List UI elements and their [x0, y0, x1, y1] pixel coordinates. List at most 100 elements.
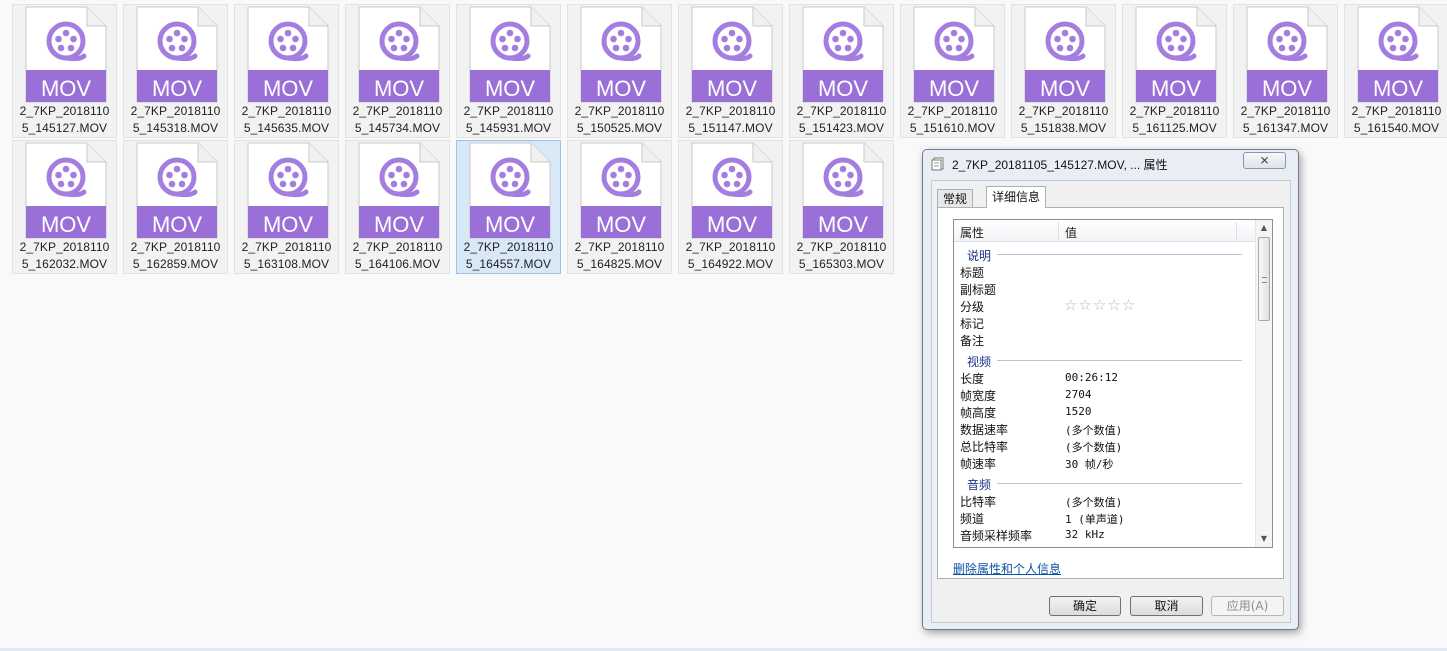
file-name: 2_7KP_2018110 5_145635.MOV: [235, 103, 338, 137]
file-item[interactable]: MOV 2_7KP_2018110 5_151838.MOV: [1011, 4, 1116, 138]
file-name-line: 5_145734.MOV: [354, 121, 441, 135]
property-row[interactable]: 标记: [954, 314, 1256, 331]
file-item[interactable]: MOV 2_7KP_2018110 5_161125.MOV: [1122, 4, 1227, 138]
mov-file-icon: MOV: [25, 142, 107, 239]
property-row[interactable]: 帧宽度 2704: [954, 386, 1256, 403]
file-item[interactable]: MOV 2_7KP_2018110 5_162859.MOV: [123, 140, 228, 274]
file-name-line: 2_7KP_2018110: [241, 104, 332, 118]
property-row[interactable]: 帧速率 30 帧/秒: [954, 454, 1256, 471]
mov-file-icon: MOV: [25, 6, 107, 103]
file-name-line: 5_145635.MOV: [243, 121, 330, 135]
file-name-line: 2_7KP_2018110: [685, 240, 776, 254]
file-item[interactable]: MOV 2_7KP_2018110 5_164825.MOV: [567, 140, 672, 274]
group-label: 视频: [967, 353, 998, 370]
file-item[interactable]: MOV 2_7KP_2018110 5_145931.MOV: [456, 4, 561, 138]
file-item[interactable]: MOV 2_7KP_2018110 5_164106.MOV: [345, 140, 450, 274]
dialog-titlebar[interactable]: 2_7KP_20181105_145127.MOV, ... 属性 ⨯: [923, 150, 1298, 178]
file-item[interactable]: MOV 2_7KP_2018110 5_151147.MOV: [678, 4, 783, 138]
file-type-label: MOV: [374, 212, 424, 237]
file-name: 2_7KP_2018110 5_164922.MOV: [679, 239, 782, 273]
file-type-label: MOV: [263, 76, 313, 101]
property-row[interactable]: 副标题: [954, 280, 1256, 297]
file-item[interactable]: MOV 2_7KP_2018110 5_162032.MOV: [12, 140, 117, 274]
property-list[interactable]: 属性 值 说明 标题 副标题 分级 ☆☆☆☆☆ 标记 备注视频 长度 00:26:12 帧宽度 27…: [953, 219, 1273, 548]
file-name: 2_7KP_2018110 5_161347.MOV: [1234, 103, 1337, 137]
rating-stars-icon[interactable]: ☆☆☆☆☆: [1064, 296, 1136, 314]
file-type-label: MOV: [1151, 76, 1201, 101]
property-value: 00:26:12: [1065, 371, 1118, 384]
mov-file-icon: MOV: [136, 6, 218, 103]
properties-dialog: 2_7KP_20181105_145127.MOV, ... 属性 ⨯ 常规 详…: [922, 149, 1299, 630]
scroll-down-icon[interactable]: ▼: [1256, 531, 1272, 547]
ok-button[interactable]: 确定: [1049, 596, 1121, 616]
property-row[interactable]: 音频采样频率 32 kHz: [954, 526, 1256, 543]
file-type-label: MOV: [818, 212, 868, 237]
file-item[interactable]: MOV 2_7KP_2018110 5_165303.MOV: [789, 140, 894, 274]
file-name-line: 5_161540.MOV: [1353, 121, 1440, 135]
file-name-line: 5_151423.MOV: [798, 121, 885, 135]
file-item[interactable]: MOV 2_7KP_2018110 5_150525.MOV: [567, 4, 672, 138]
file-name-line: 2_7KP_2018110: [574, 104, 665, 118]
file-name-line: 2_7KP_2018110: [685, 104, 776, 118]
file-item[interactable]: MOV 2_7KP_2018110 5_151423.MOV: [789, 4, 894, 138]
property-row[interactable]: 数据速率 (多个数值): [954, 420, 1256, 437]
close-button[interactable]: ⨯: [1243, 152, 1286, 169]
file-name-line: 2_7KP_2018110: [463, 104, 554, 118]
file-item[interactable]: MOV 2_7KP_2018110 5_164557.MOV: [456, 140, 561, 274]
file-type-label: MOV: [707, 76, 757, 101]
file-item[interactable]: MOV 2_7KP_2018110 5_163108.MOV: [234, 140, 339, 274]
mov-file-icon: MOV: [691, 6, 773, 103]
property-name: 频道: [960, 512, 985, 526]
column-separator[interactable]: [1058, 222, 1059, 240]
group-label: 音频: [967, 476, 998, 493]
scroll-thumb[interactable]: [1258, 237, 1270, 321]
property-row[interactable]: 比特率 (多个数值): [954, 492, 1256, 509]
group-header-description: 说明: [954, 242, 1256, 264]
file-name-line: 2_7KP_2018110: [796, 104, 887, 118]
remove-properties-link[interactable]: 删除属性和个人信息: [953, 560, 1061, 577]
column-header-value[interactable]: 值: [1065, 224, 1077, 241]
tab-details[interactable]: 详细信息: [986, 186, 1047, 208]
file-item[interactable]: MOV 2_7KP_2018110 5_145127.MOV: [12, 4, 117, 138]
file-item[interactable]: MOV 2_7KP_2018110 5_145734.MOV: [345, 4, 450, 138]
file-name-line: 2_7KP_2018110: [907, 104, 998, 118]
apply-button[interactable]: 应用(A): [1211, 596, 1284, 616]
scroll-up-icon[interactable]: ▲: [1256, 220, 1272, 236]
file-name-line: 5_145318.MOV: [132, 121, 219, 135]
file-name: 2_7KP_2018110 5_145931.MOV: [457, 103, 560, 137]
file-type-label: MOV: [152, 76, 202, 101]
property-row[interactable]: 备注: [954, 331, 1256, 348]
mov-file-icon: MOV: [580, 6, 662, 103]
property-row[interactable]: 帧高度 1520: [954, 403, 1256, 420]
property-row[interactable]: 总比特率 (多个数值): [954, 437, 1256, 454]
file-name-line: 2_7KP_2018110: [241, 240, 332, 254]
file-type-label: MOV: [707, 212, 757, 237]
mov-file-icon: MOV: [913, 6, 995, 103]
property-row[interactable]: 分级 ☆☆☆☆☆: [954, 296, 1256, 314]
property-row[interactable]: 标题: [954, 263, 1256, 280]
file-name: 2_7KP_2018110 5_151838.MOV: [1012, 103, 1115, 137]
property-row[interactable]: 长度 00:26:12: [954, 369, 1256, 386]
file-item[interactable]: MOV 2_7KP_2018110 5_161347.MOV: [1233, 4, 1338, 138]
tab-general[interactable]: 常规: [937, 189, 974, 207]
file-type-label: MOV: [1373, 76, 1423, 101]
file-item[interactable]: MOV 2_7KP_2018110 5_145318.MOV: [123, 4, 228, 138]
file-item[interactable]: MOV 2_7KP_2018110 5_151610.MOV: [900, 4, 1005, 138]
vertical-scrollbar[interactable]: ▲ ▼: [1255, 220, 1272, 547]
mov-file-icon: MOV: [802, 142, 884, 239]
file-name-line: 5_151147.MOV: [688, 121, 773, 135]
property-value: 32 kHz: [1065, 528, 1105, 541]
file-name-line: 2_7KP_2018110: [796, 240, 887, 254]
cancel-button[interactable]: 取消: [1130, 596, 1203, 616]
file-item[interactable]: MOV 2_7KP_2018110 5_145635.MOV: [234, 4, 339, 138]
column-header-name[interactable]: 属性: [960, 224, 984, 241]
property-row[interactable]: 频道 1 (单声道): [954, 509, 1256, 526]
file-type-label: MOV: [596, 76, 646, 101]
file-item[interactable]: MOV 2_7KP_2018110 5_161540.MOV: [1344, 4, 1447, 138]
property-value: (多个数值): [1065, 496, 1123, 509]
group-label: 说明: [967, 247, 998, 264]
column-separator[interactable]: [1236, 222, 1237, 240]
file-item[interactable]: MOV 2_7KP_2018110 5_164922.MOV: [678, 140, 783, 274]
mov-file-icon: MOV: [802, 6, 884, 103]
property-value: 30 帧/秒: [1065, 458, 1114, 471]
